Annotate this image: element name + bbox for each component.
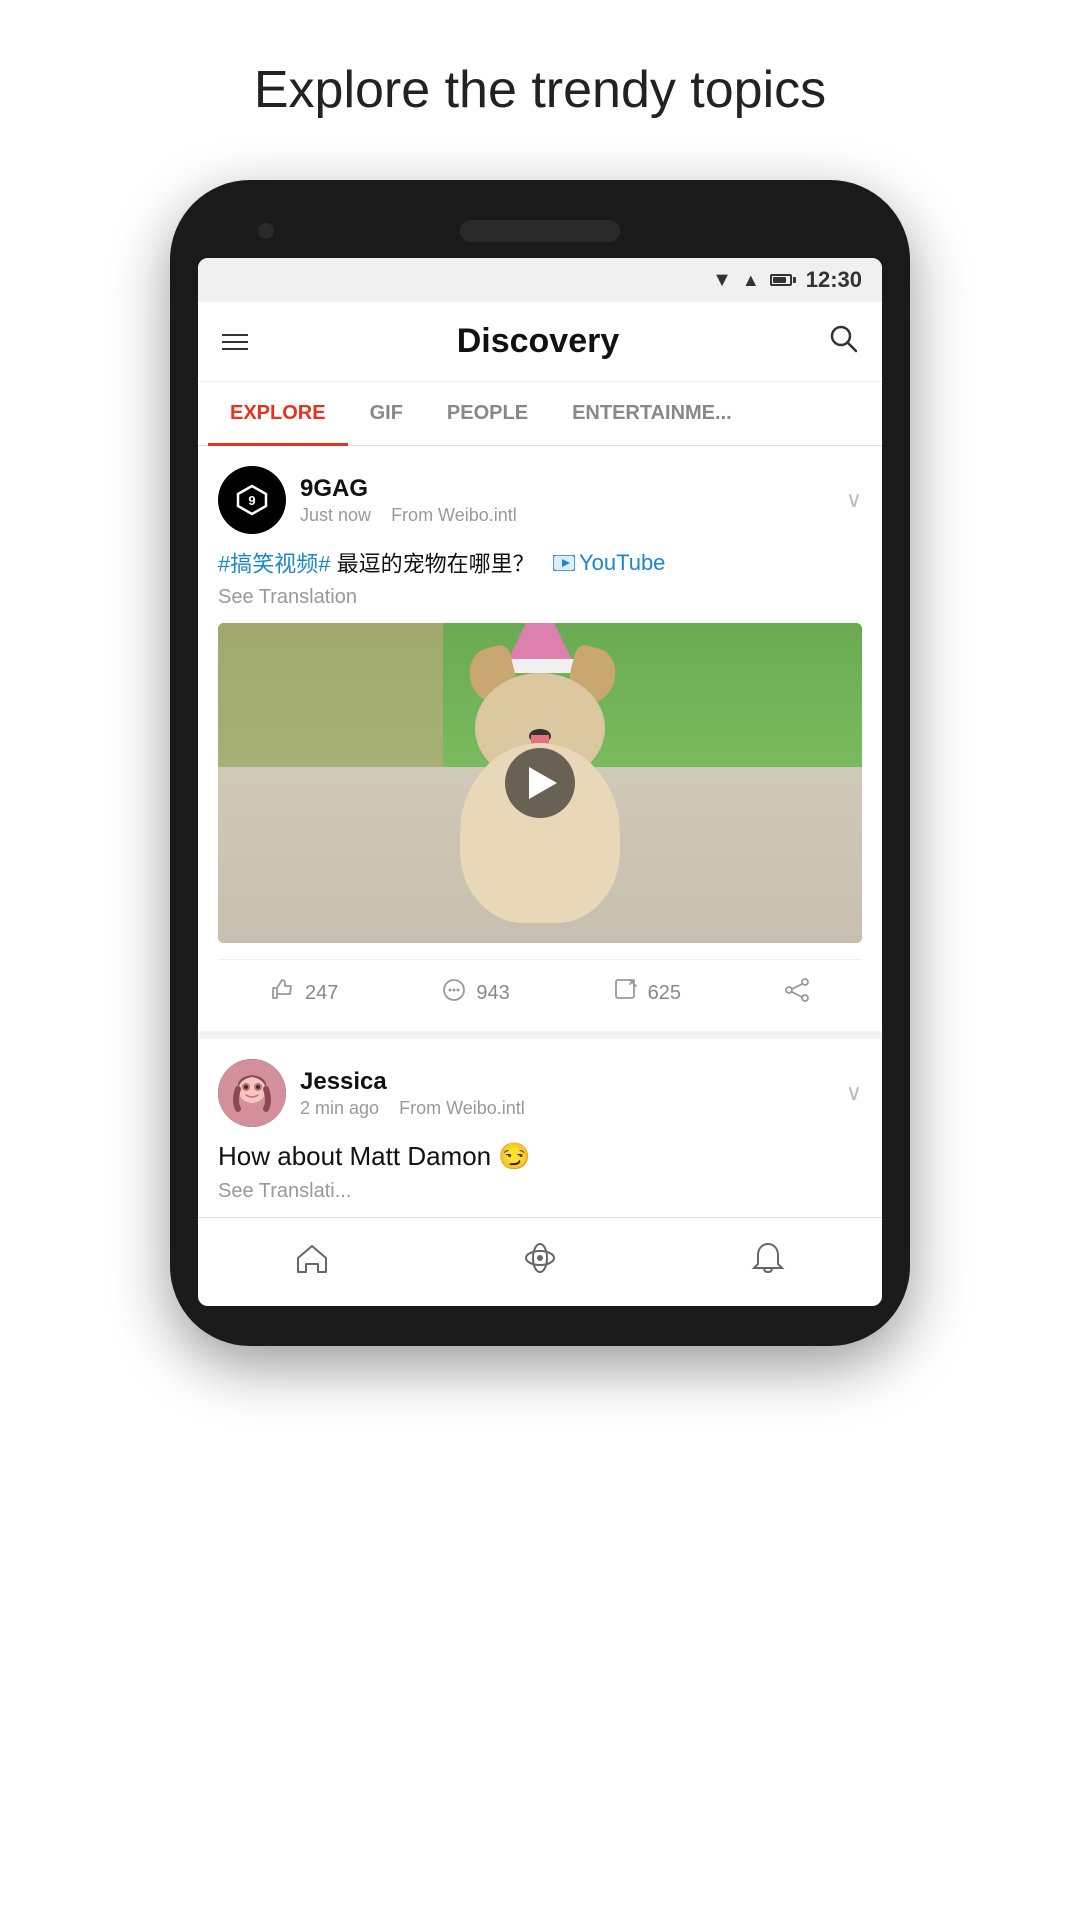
post-1-actions: 247 943 (218, 959, 862, 1031)
status-time: 12:30 (806, 267, 862, 293)
post-2-author-info: Jessica 2 min ago From Weibo.intl (300, 1068, 525, 1119)
post-1-hashtag[interactable]: #搞笑视频# (218, 551, 330, 576)
home-icon (294, 1240, 330, 1284)
post-1-text: #搞笑视频# 最逗的宠物在哪里？ YouTube (218, 548, 862, 580)
post-2-see-translation[interactable]: See Translati... (218, 1180, 862, 1203)
post-card-2: Jessica 2 min ago From Weibo.intl ∨ How … (198, 1039, 882, 1217)
like-button[interactable]: 247 (269, 976, 338, 1011)
app-header: Discovery (198, 302, 882, 382)
search-button[interactable] (828, 323, 858, 361)
avatar-jessica (218, 1059, 286, 1127)
post-1-expand-button[interactable]: ∨ (846, 487, 862, 513)
share-button[interactable] (783, 976, 811, 1011)
phone-screen: ▼ ▲ 12:30 Discovery (198, 258, 882, 1306)
repost-icon (612, 976, 640, 1011)
tab-explore[interactable]: EXPLORE (208, 382, 348, 445)
play-triangle-icon (529, 767, 557, 799)
post-2-author: Jessica 2 min ago From Weibo.intl (218, 1059, 525, 1127)
bell-icon (750, 1240, 786, 1284)
phone-speaker (460, 220, 620, 242)
app-title: Discovery (457, 322, 620, 361)
tab-people[interactable]: PEOPLE (425, 382, 550, 445)
post-1-youtube-link[interactable]: YouTube (553, 548, 665, 579)
menu-button[interactable] (222, 334, 248, 350)
post-1-author-name: 9GAG (300, 475, 517, 503)
phone-frame: ▼ ▲ 12:30 Discovery (170, 180, 910, 1346)
phone-notch (198, 210, 882, 258)
nav-home[interactable] (264, 1234, 360, 1290)
phone-camera (258, 223, 274, 239)
post-1-content-text: 最逗的宠物在哪里？ (337, 551, 535, 576)
tabs-bar: EXPLORE GIF PEOPLE ENTERTAINME... (198, 382, 882, 446)
tab-gif[interactable]: GIF (348, 382, 425, 445)
status-bar: ▼ ▲ 12:30 (198, 258, 882, 302)
post-1-video-thumbnail[interactable] (218, 623, 862, 943)
post-2-expand-button[interactable]: ∨ (846, 1080, 862, 1106)
page-heading: Explore the trendy topics (254, 60, 826, 120)
repost-button[interactable]: 625 (612, 976, 681, 1011)
post-2-meta: 2 min ago From Weibo.intl (300, 1098, 525, 1119)
comment-button[interactable]: 943 (440, 976, 509, 1011)
wifi-icon: ▼ (712, 269, 732, 292)
post-1-author-info: 9GAG Just now From Weibo.intl (300, 475, 517, 526)
nav-discover[interactable] (492, 1234, 588, 1290)
post-1-body: #搞笑视频# 最逗的宠物在哪里？ YouTube See Translation (218, 548, 862, 609)
post-1-see-translation[interactable]: See Translation (218, 586, 862, 609)
battery-icon (770, 274, 796, 286)
post-2-author-name: Jessica (300, 1068, 525, 1096)
bottom-navigation (198, 1217, 882, 1306)
like-icon (269, 976, 297, 1011)
comment-count: 943 (476, 982, 509, 1005)
share-icon (783, 976, 811, 1011)
discover-icon (522, 1240, 558, 1284)
post-card-1: 9 9GAG Just now From Weibo.intl ∨ (198, 446, 882, 1039)
svg-text:9: 9 (248, 493, 255, 508)
tab-entertainment[interactable]: ENTERTAINME... (550, 382, 754, 445)
repost-count: 625 (648, 982, 681, 1005)
signal-icon: ▲ (742, 270, 760, 291)
post-1-meta: Just now From Weibo.intl (300, 505, 517, 526)
post-1-header: 9 9GAG Just now From Weibo.intl ∨ (218, 466, 862, 534)
avatar-9gag: 9 (218, 466, 286, 534)
post-1-author: 9 9GAG Just now From Weibo.intl (218, 466, 517, 534)
post-2-header: Jessica 2 min ago From Weibo.intl ∨ (218, 1059, 862, 1127)
nav-notifications[interactable] (720, 1234, 816, 1290)
like-count: 247 (305, 982, 338, 1005)
post-2-text: How about Matt Damon 😏 (218, 1141, 862, 1172)
video-play-button[interactable] (505, 748, 575, 818)
comment-icon (440, 976, 468, 1011)
